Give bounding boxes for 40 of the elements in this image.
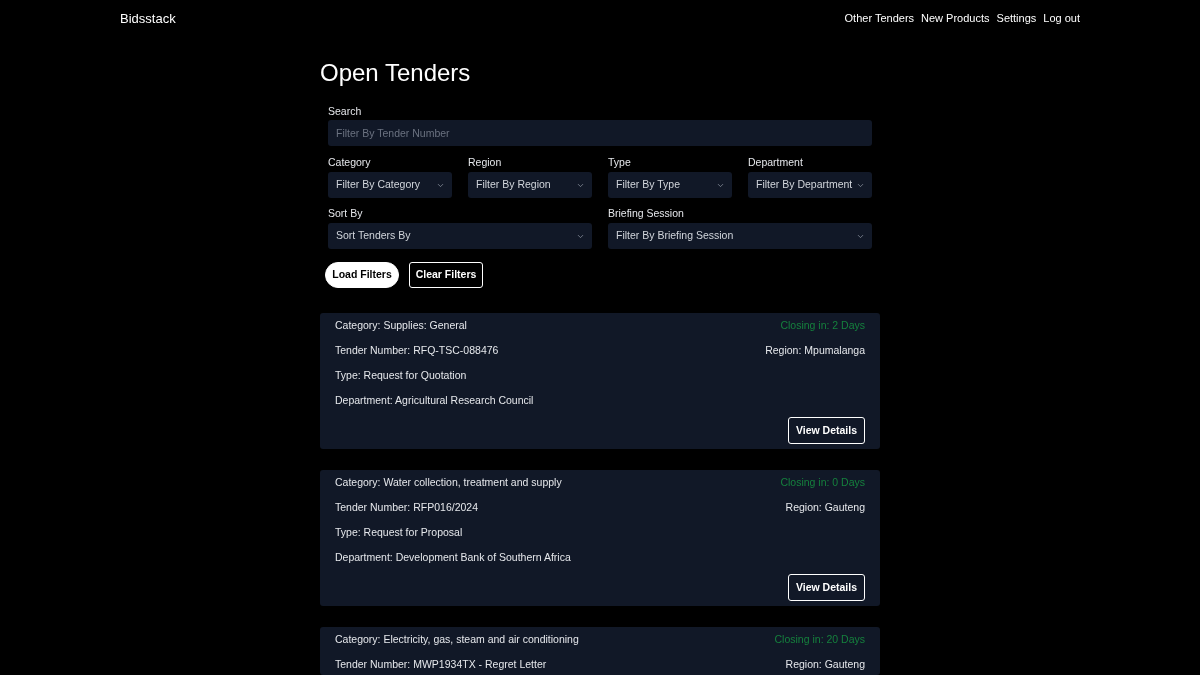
region-text: Region: Gauteng — [785, 501, 865, 513]
type-text: Type: Request for Quotation — [335, 369, 467, 381]
field-label: Search — [328, 104, 362, 118]
filter-select[interactable]: Filter By Department — [748, 172, 872, 198]
search-field[interactable]: Filter By Tender Number — [328, 120, 872, 146]
type-text: Type: Request for Proposal — [335, 526, 463, 538]
closing-text: Closing in: 2 Days — [780, 319, 865, 331]
nav-link[interactable]: Other Tenders — [844, 10, 915, 27]
filter-select[interactable]: Filter By Category — [328, 172, 452, 198]
region-text: Region: Mpumalanga — [765, 344, 865, 356]
field-label: Category — [328, 155, 371, 169]
clear-filters-button[interactable]: Clear Filters — [409, 262, 483, 288]
nav-link[interactable]: Log out — [1043, 10, 1080, 27]
field-label: Sort By — [328, 206, 363, 220]
nav-link[interactable]: Settings — [996, 10, 1037, 27]
category-text: Category: Water collection, treatment and supply — [335, 476, 562, 488]
nav-link[interactable]: New Products — [921, 10, 990, 27]
view-details-button[interactable]: View Details — [788, 417, 865, 444]
tender-number-text: Tender Number: RFP016/2024 — [335, 501, 478, 513]
field-label: Department — [748, 155, 803, 169]
tender-number-text: Tender Number: RFQ-TSC-088476 — [335, 344, 499, 356]
filter-select[interactable]: Filter By Type — [608, 172, 732, 198]
closing-text: Closing in: 20 Days — [774, 633, 865, 645]
region-text: Region: Gauteng — [785, 658, 865, 670]
department-text: Department: Development Bank of Southern Africa — [335, 551, 571, 563]
department-text: Department: Agricultural Research Council — [335, 394, 534, 406]
filter-select[interactable]: Sort Tenders By — [328, 223, 592, 249]
brand-logo[interactable]: Bidsstack — [120, 8, 176, 29]
filter-select[interactable]: Filter By Briefing Session — [608, 223, 872, 249]
category-text: Category: Electricity, gas, steam and air conditioning — [335, 633, 579, 645]
field-label: Region — [468, 155, 502, 169]
filter-select[interactable]: Filter By Region — [468, 172, 592, 198]
field-label: Briefing Session — [608, 206, 684, 220]
tender-number-text: Tender Number: MWP1934TX - Regret Letter — [335, 658, 547, 670]
load-filters-button[interactable]: Load Filters — [325, 262, 399, 288]
field-label: Type — [608, 155, 631, 169]
page-title: Open Tenders — [320, 58, 471, 88]
closing-text: Closing in: 0 Days — [780, 476, 865, 488]
category-text: Category: Supplies: General — [335, 319, 467, 331]
view-details-button[interactable]: View Details — [788, 574, 865, 601]
